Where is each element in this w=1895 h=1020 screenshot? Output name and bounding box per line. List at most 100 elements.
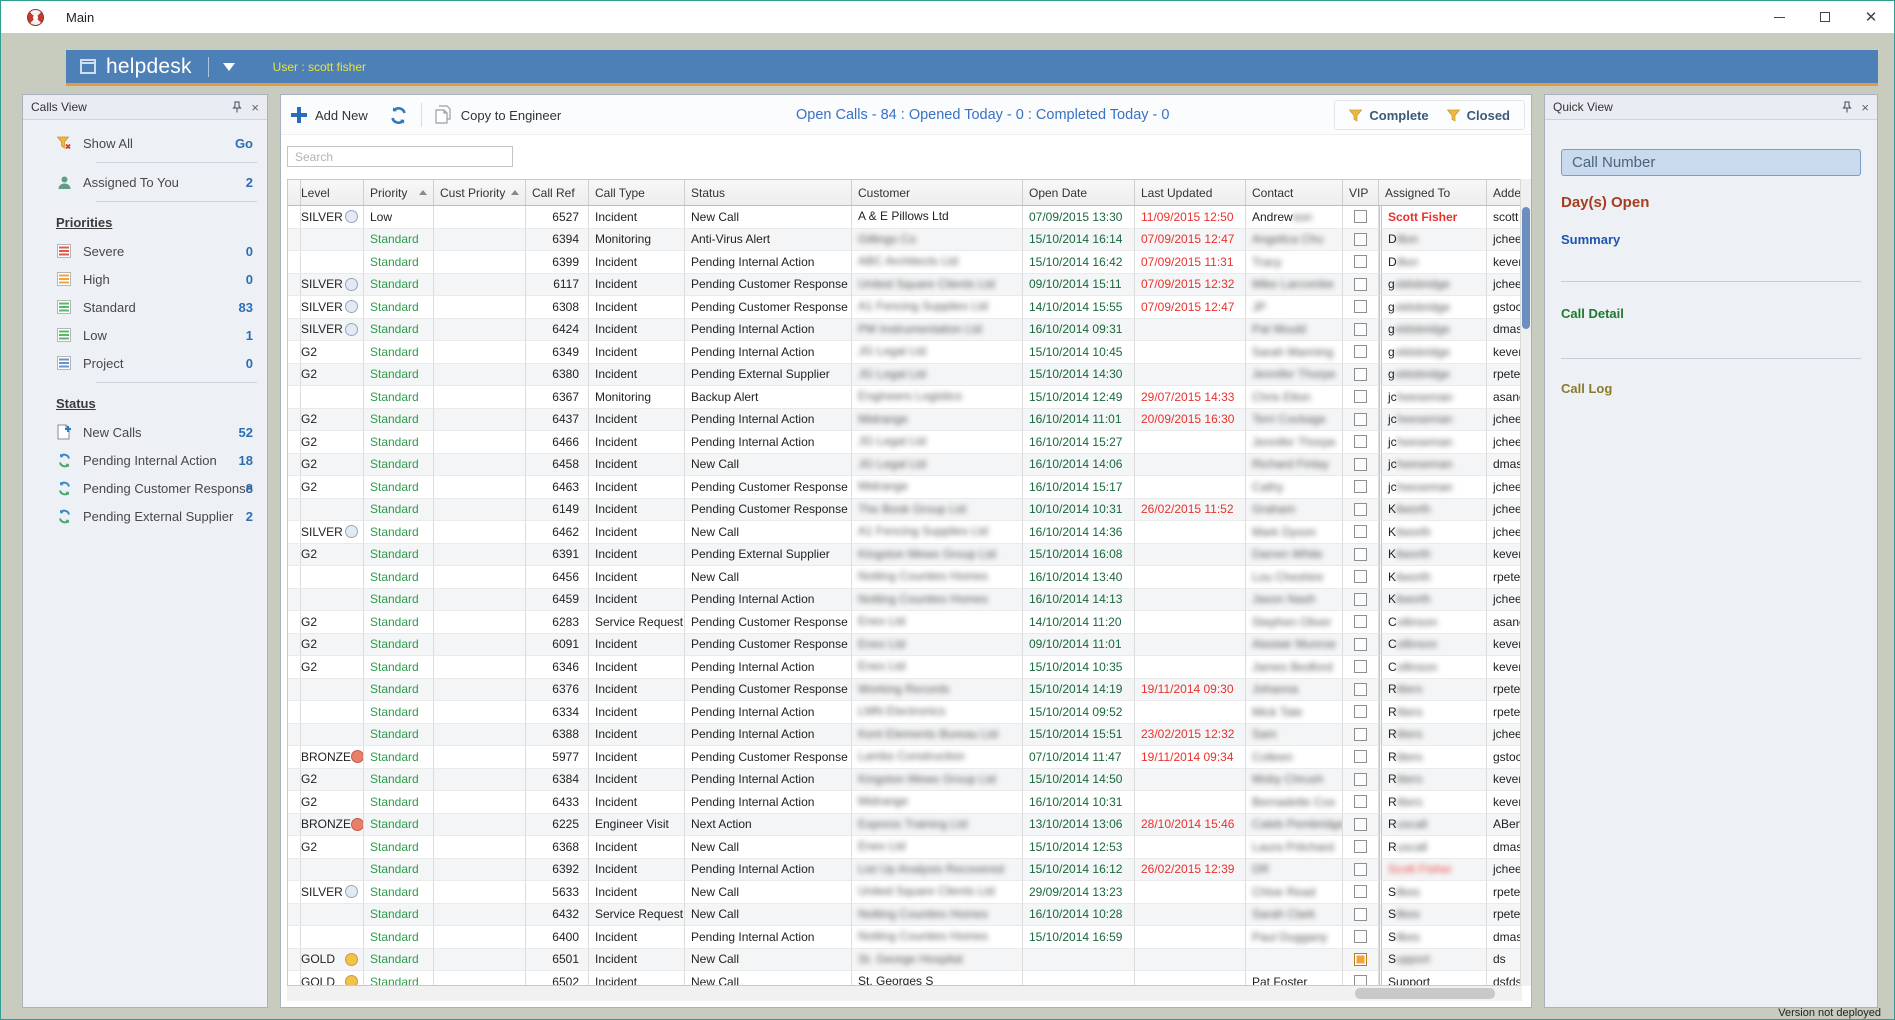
vip-checkbox[interactable] — [1354, 525, 1367, 538]
sidebar-item-high[interactable]: High0 — [23, 265, 267, 293]
vip-checkbox[interactable] — [1354, 930, 1367, 943]
vip-checkbox[interactable] — [1354, 345, 1367, 358]
column-header-priority[interactable]: Priority — [364, 180, 434, 205]
table-row[interactable]: Standard6149IncidentPending Customer Res… — [288, 499, 1521, 522]
vertical-scrollbar-thumb[interactable] — [1522, 207, 1530, 329]
vip-checkbox[interactable] — [1354, 863, 1367, 876]
minimize-button[interactable] — [1756, 1, 1802, 33]
close-button[interactable]: ✕ — [1848, 1, 1894, 33]
sidebar-item-low[interactable]: Low1 — [23, 321, 267, 349]
closed-filter-button[interactable]: Closed — [1447, 108, 1510, 123]
sidebar-item-new-calls[interactable]: New Calls52 — [23, 418, 267, 446]
sidebar-item-pending-customer-response[interactable]: Pending Customer Response8 — [23, 474, 267, 502]
complete-filter-button[interactable]: Complete — [1349, 108, 1428, 123]
sidebar-item-pending-internal-action[interactable]: Pending Internal Action18 — [23, 446, 267, 474]
table-row[interactable]: G2Standard6368IncidentNew CallEnex Ltd15… — [288, 836, 1521, 859]
sidebar-item-project[interactable]: Project0 — [23, 349, 267, 377]
vip-checkbox[interactable] — [1354, 638, 1367, 651]
table-row[interactable]: G2Standard6437IncidentPending Internal A… — [288, 409, 1521, 432]
vip-checkbox[interactable] — [1354, 908, 1367, 921]
column-header-call-ref[interactable]: Call Ref — [526, 180, 589, 205]
vip-checkbox[interactable] — [1354, 390, 1367, 403]
table-row[interactable]: Standard6432Service RequestNew CallNotti… — [288, 904, 1521, 927]
table-row[interactable]: SILVERStandard6308IncidentPending Custom… — [288, 296, 1521, 319]
horizontal-scrollbar-thumb[interactable] — [1355, 988, 1495, 999]
search-input[interactable] — [287, 146, 513, 167]
table-row[interactable]: G2Standard6433IncidentPending Internal A… — [288, 791, 1521, 814]
vip-checkbox[interactable] — [1354, 233, 1367, 246]
vip-checkbox[interactable] — [1354, 503, 1367, 516]
vip-checkbox[interactable] — [1354, 278, 1367, 291]
table-row[interactable]: G2Standard6091IncidentPending Customer R… — [288, 634, 1521, 657]
add-new-button[interactable]: Add New — [315, 108, 368, 123]
table-row[interactable]: G2Standard6391IncidentPending External S… — [288, 544, 1521, 567]
vip-checkbox[interactable] — [1354, 548, 1367, 561]
sidebar-item-show-all[interactable]: Show All Go — [23, 129, 267, 157]
table-row[interactable]: G2Standard6384IncidentPending Internal A… — [288, 769, 1521, 792]
vip-checkbox[interactable] — [1354, 593, 1367, 606]
column-header-status[interactable]: Status — [685, 180, 852, 205]
maximize-button[interactable] — [1802, 1, 1848, 33]
vip-checkbox[interactable] — [1354, 705, 1367, 718]
vip-checkbox[interactable] — [1354, 435, 1367, 448]
table-row[interactable]: Standard6334IncidentPending Internal Act… — [288, 701, 1521, 724]
column-header-last-updated[interactable]: Last Updated — [1135, 180, 1246, 205]
table-row[interactable]: Standard6459IncidentPending Internal Act… — [288, 589, 1521, 612]
vip-checkbox[interactable] — [1354, 413, 1367, 426]
show-all-go[interactable]: Go — [235, 136, 253, 151]
table-row[interactable]: SILVERStandard5633IncidentNew CallUnited… — [288, 881, 1521, 904]
vip-checkbox[interactable] — [1354, 818, 1367, 831]
vip-checkbox[interactable] — [1354, 750, 1367, 763]
vip-checkbox[interactable] — [1354, 795, 1367, 808]
vip-checkbox[interactable] — [1354, 660, 1367, 673]
column-header-level[interactable]: Level — [295, 180, 364, 205]
copy-to-engineer-button[interactable]: Copy to Engineer — [461, 108, 561, 123]
close-panel-icon[interactable]: × — [1861, 101, 1869, 114]
column-header-added[interactable]: Added — [1487, 180, 1522, 205]
vertical-scrollbar[interactable] — [1520, 179, 1531, 986]
table-row[interactable]: SILVERStandard6424IncidentPending Intern… — [288, 319, 1521, 342]
vip-checkbox[interactable] — [1354, 975, 1367, 986]
column-header-contact[interactable]: Contact — [1246, 180, 1343, 205]
column-header-call-type[interactable]: Call Type — [589, 180, 685, 205]
pin-icon[interactable] — [232, 101, 242, 113]
table-row[interactable]: G2Standard6346IncidentPending Internal A… — [288, 656, 1521, 679]
table-row[interactable]: BRONZEStandard5977IncidentPending Custom… — [288, 746, 1521, 769]
table-row[interactable]: Standard6392IncidentPending Internal Act… — [288, 859, 1521, 882]
sidebar-item-assigned-to-you[interactable]: Assigned To You 2 — [23, 168, 267, 196]
close-panel-icon[interactable]: × — [251, 101, 259, 114]
table-row[interactable]: G2Standard6466IncidentPending Internal A… — [288, 431, 1521, 454]
horizontal-scrollbar[interactable] — [287, 986, 1522, 1001]
vip-checkbox[interactable] — [1354, 773, 1367, 786]
pin-icon[interactable] — [1842, 101, 1852, 113]
vip-checkbox[interactable] — [1354, 683, 1367, 696]
vip-checkbox[interactable] — [1354, 953, 1367, 966]
sidebar-item-pending-external-supplier[interactable]: Pending External Supplier2 — [23, 502, 267, 530]
vip-checkbox[interactable] — [1354, 840, 1367, 853]
sidebar-item-standard[interactable]: Standard83 — [23, 293, 267, 321]
vip-checkbox[interactable] — [1354, 728, 1367, 741]
table-row[interactable]: Standard6394MonitoringAnti-Virus AlertGi… — [288, 229, 1521, 252]
vip-checkbox[interactable] — [1354, 458, 1367, 471]
table-row[interactable]: GOLDStandard6502IncidentNew CallSt. Geor… — [288, 971, 1521, 986]
table-row[interactable]: Standard6388IncidentPending Internal Act… — [288, 724, 1521, 747]
table-row[interactable]: G2Standard6463IncidentPending Customer R… — [288, 476, 1521, 499]
column-header-customer[interactable]: Customer — [852, 180, 1023, 205]
vip-checkbox[interactable] — [1354, 300, 1367, 313]
table-row[interactable]: Standard6376IncidentPending Customer Res… — [288, 679, 1521, 702]
table-row[interactable]: Standard6400IncidentPending Internal Act… — [288, 926, 1521, 949]
table-row[interactable]: SILVERStandard6117IncidentPending Custom… — [288, 274, 1521, 297]
chevron-down-icon[interactable] — [223, 63, 235, 71]
column-header-assigned-to[interactable]: Assigned To — [1379, 180, 1487, 205]
vip-checkbox[interactable] — [1354, 570, 1367, 583]
table-row[interactable]: G2Standard6283Service RequestPending Cus… — [288, 611, 1521, 634]
vip-checkbox[interactable] — [1354, 323, 1367, 336]
refresh-icon[interactable] — [388, 105, 409, 126]
table-row[interactable]: Standard6399IncidentPending Internal Act… — [288, 251, 1521, 274]
vip-checkbox[interactable] — [1354, 255, 1367, 268]
table-row[interactable]: GOLDStandard6501IncidentNew CallSt. Geor… — [288, 949, 1521, 972]
vip-checkbox[interactable] — [1354, 885, 1367, 898]
table-row[interactable]: SILVERStandard6462IncidentNew CallA1 Fen… — [288, 521, 1521, 544]
column-header-cust-priority[interactable]: Cust Priority — [434, 180, 526, 205]
table-row[interactable]: SILVERLow6527IncidentNew CallA & E Pillo… — [288, 206, 1521, 229]
